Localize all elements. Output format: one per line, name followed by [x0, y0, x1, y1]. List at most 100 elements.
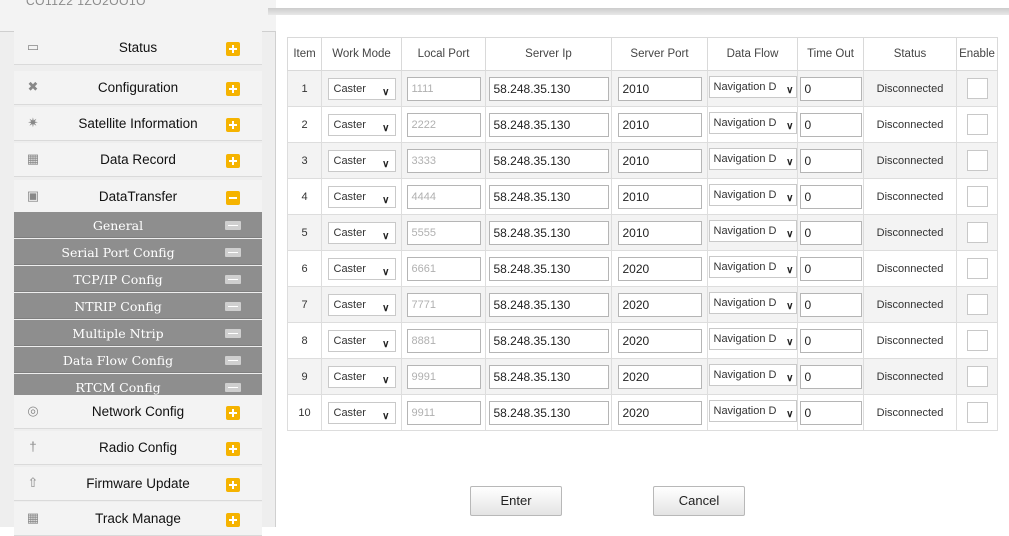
server-ip-input[interactable]: 58.248.35.130	[488, 76, 609, 101]
submenu-item-general[interactable]: General	[14, 212, 262, 238]
expand-icon[interactable]	[226, 513, 240, 527]
enter-button[interactable]: Enter	[470, 486, 562, 516]
local-port-input[interactable]: 8881	[406, 328, 481, 353]
local-port-input[interactable]: 2222	[406, 112, 481, 137]
time-out-input[interactable]: 0	[799, 256, 862, 281]
work-mode-select[interactable]: Caster ∨	[327, 221, 396, 244]
enable-checkbox[interactable]	[966, 330, 988, 351]
work-mode-select[interactable]: Caster ∨	[327, 113, 396, 136]
column-header-time-out: Time Out	[797, 37, 864, 71]
server-port-input[interactable]: 2010	[617, 220, 702, 245]
enable-checkbox[interactable]	[966, 222, 988, 243]
server-port-input[interactable]: 2020	[617, 364, 702, 389]
data-flow-select[interactable]: Navigation D ∨	[708, 76, 797, 98]
submenu-item-serial-port-config[interactable]: Serial Port Config	[14, 239, 262, 265]
server-port-input[interactable]: 2020	[617, 256, 702, 281]
enable-checkbox[interactable]	[966, 186, 988, 207]
sidebar-item-configuration[interactable]: ✖ Configuration	[14, 71, 262, 105]
enable-checkbox[interactable]	[966, 402, 988, 423]
time-out-input[interactable]: 0	[799, 400, 862, 425]
local-port-input[interactable]: 9991	[406, 364, 481, 389]
server-ip-input[interactable]: 58.248.35.130	[488, 328, 609, 353]
local-port-input[interactable]: 6661	[406, 256, 481, 281]
enable-checkbox[interactable]	[966, 258, 988, 279]
time-out-input[interactable]: 0	[799, 76, 862, 101]
server-ip-input[interactable]: 58.248.35.130	[488, 364, 609, 389]
server-ip-input[interactable]: 58.248.35.130	[488, 400, 609, 425]
submenu-item-multiple-ntrip[interactable]: Multiple Ntrip	[14, 320, 262, 346]
work-mode-select[interactable]: Caster ∨	[327, 149, 396, 172]
work-mode-select[interactable]: Caster ∨	[327, 365, 396, 388]
work-mode-select[interactable]: Caster ∨	[327, 401, 396, 424]
sidebar-item-track-manage[interactable]: ▦ Track Manage	[14, 502, 262, 536]
server-port-input[interactable]: 2010	[617, 112, 702, 137]
server-ip-input[interactable]: 58.248.35.130	[488, 292, 609, 317]
work-mode-select[interactable]: Caster ∨	[327, 77, 396, 100]
submenu-item-tcp-ip-config[interactable]: TCP/IP Config	[14, 266, 262, 292]
local-port-input[interactable]: 1111	[406, 76, 481, 101]
local-port-input[interactable]: 9911	[406, 400, 481, 425]
data-flow-select[interactable]: Navigation D ∨	[708, 364, 797, 386]
data-flow-cell: Navigation D ∨	[707, 214, 798, 251]
sidebar-item-radio-config[interactable]: † Radio Config	[14, 431, 262, 465]
work-mode-select[interactable]: Caster ∨	[327, 185, 396, 208]
data-flow-select[interactable]: Navigation D ∨	[708, 400, 797, 422]
time-out-input[interactable]: 0	[799, 364, 862, 389]
work-mode-select[interactable]: Caster ∨	[327, 257, 396, 280]
expand-icon[interactable]	[226, 154, 240, 168]
server-ip-input[interactable]: 58.248.35.130	[488, 184, 609, 209]
sidebar-item-status[interactable]: ▭ Status	[14, 31, 262, 65]
submenu-item-data-flow-config[interactable]: Data Flow Config	[14, 347, 262, 373]
server-ip-input[interactable]: 58.248.35.130	[488, 112, 609, 137]
work-mode-select[interactable]: Caster ∨	[327, 293, 396, 316]
enable-checkbox[interactable]	[966, 366, 988, 387]
server-port-input[interactable]: 2010	[617, 148, 702, 173]
server-port-input[interactable]: 2010	[617, 184, 702, 209]
sidebar-item-firmware-update[interactable]: ⇧ Firmware Update	[14, 467, 262, 501]
time-out-input[interactable]: 0	[799, 148, 862, 173]
server-port-input[interactable]: 2020	[617, 400, 702, 425]
expand-icon[interactable]	[226, 406, 240, 420]
time-out-input[interactable]: 0	[799, 184, 862, 209]
expand-icon[interactable]	[226, 42, 240, 56]
data-flow-select[interactable]: Navigation D ∨	[708, 328, 797, 350]
time-out-input[interactable]: 0	[799, 220, 862, 245]
data-flow-select[interactable]: Navigation D ∨	[708, 148, 797, 170]
server-ip-input[interactable]: 58.248.35.130	[488, 256, 609, 281]
submenu-item-ntrip-config[interactable]: NTRIP Config	[14, 293, 262, 319]
collapse-icon[interactable]	[226, 191, 240, 205]
expand-icon[interactable]	[226, 442, 240, 456]
enable-checkbox[interactable]	[966, 114, 988, 135]
enable-checkbox[interactable]	[966, 294, 988, 315]
time-out-input[interactable]: 0	[799, 292, 862, 317]
time-out-input[interactable]: 0	[799, 112, 862, 137]
server-port-input[interactable]: 2020	[617, 292, 702, 317]
sidebar-item-data-record[interactable]: ▦ Data Record	[14, 143, 262, 177]
data-flow-select[interactable]: Navigation D ∨	[708, 112, 797, 134]
local-port-input[interactable]: 3333	[406, 148, 481, 173]
expand-icon[interactable]	[226, 118, 240, 132]
work-mode-select[interactable]: Caster ∨	[327, 329, 396, 352]
time-out-input[interactable]: 0	[799, 328, 862, 353]
sidebar-item-datatransfer[interactable]: ▣ DataTransfer	[14, 180, 262, 214]
enable-checkbox[interactable]	[966, 150, 988, 171]
status-text: Disconnected	[863, 214, 957, 251]
server-port-input[interactable]: 2020	[617, 328, 702, 353]
sidebar-item-satellite-information[interactable]: ✷ Satellite Information	[14, 107, 262, 141]
expand-icon[interactable]	[226, 82, 240, 96]
status-text: Disconnected	[863, 106, 957, 143]
enable-checkbox[interactable]	[966, 78, 988, 99]
server-ip-input[interactable]: 58.248.35.130	[488, 148, 609, 173]
data-flow-select[interactable]: Navigation D ∨	[708, 292, 797, 314]
data-flow-select[interactable]: Navigation D ∨	[708, 220, 797, 242]
sidebar-item-network-config[interactable]: ◎ Network Config	[14, 395, 262, 429]
local-port-input[interactable]: 5555	[406, 220, 481, 245]
server-ip-input[interactable]: 58.248.35.130	[488, 220, 609, 245]
local-port-input[interactable]: 4444	[406, 184, 481, 209]
data-flow-select[interactable]: Navigation D ∨	[708, 184, 797, 206]
expand-icon[interactable]	[226, 478, 240, 492]
local-port-input[interactable]: 7771	[406, 292, 481, 317]
cancel-button[interactable]: Cancel	[653, 486, 745, 516]
server-port-input[interactable]: 2010	[617, 76, 702, 101]
data-flow-select[interactable]: Navigation D ∨	[708, 256, 797, 278]
